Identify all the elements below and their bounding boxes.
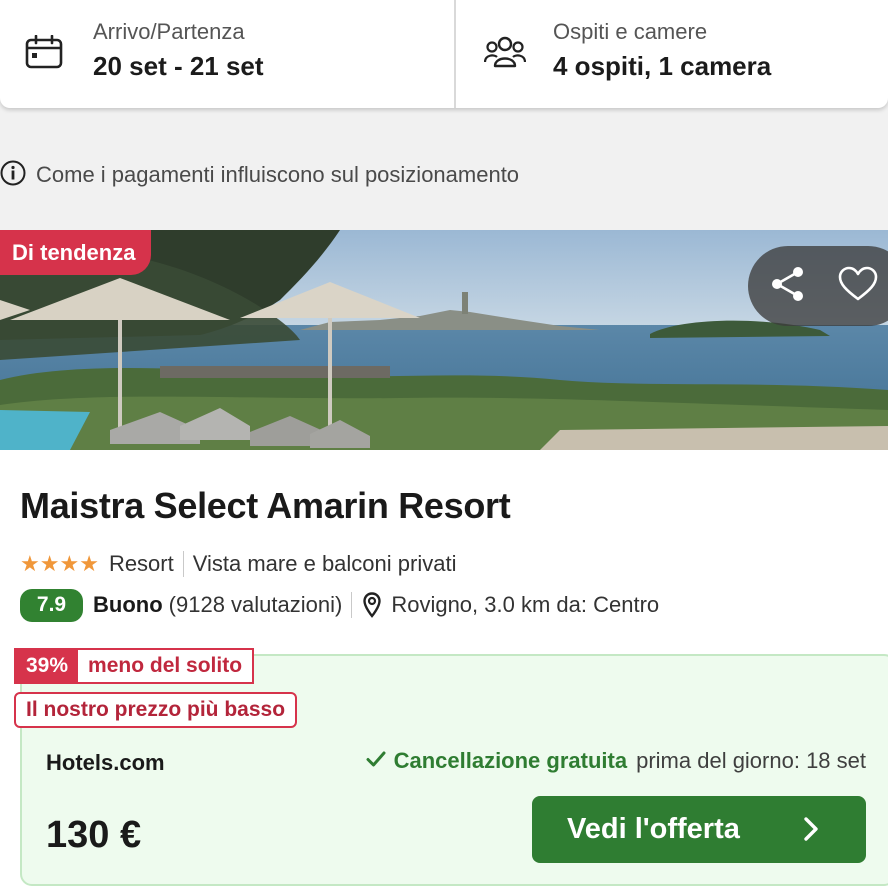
discount-badge: 39% meno del solito — [14, 648, 255, 684]
guests-icon — [483, 35, 527, 74]
guests-label: Ospiti e camere — [553, 19, 708, 44]
cancellation-label: Cancellazione gratuita — [393, 748, 628, 773]
hotel-photo[interactable]: Di tendenza — [0, 230, 888, 450]
rating-score: 7.9 — [20, 588, 83, 622]
free-cancellation: Cancellazione gratuita prima del giorno:… — [366, 748, 866, 774]
map-pin-icon — [363, 592, 382, 618]
rating-word: Buono — [93, 592, 163, 617]
divider — [182, 551, 184, 577]
star-icon: ★ — [79, 551, 99, 576]
guests-selector[interactable]: Ospiti e camere 4 ospiti, 1 camera — [456, 0, 888, 108]
heart-icon — [838, 266, 878, 307]
share-icon — [769, 265, 807, 308]
favorite-button[interactable] — [838, 266, 878, 306]
view-offer-label: Vedi l'offerta — [567, 813, 740, 845]
guests-value: 4 ospiti, 1 camera — [553, 51, 772, 81]
star-icon: ★ — [20, 551, 40, 576]
location-text: Rovigno, 3.0 km da: Centro — [391, 592, 660, 617]
rating-location: 7.9 Buono (9128 valutazioni) Rovigno, 3.… — [20, 588, 659, 622]
provider-name: Hotels.com — [46, 750, 165, 775]
dates-value: 20 set - 21 set — [93, 51, 264, 81]
dates-selector[interactable]: Arrivo/Partenza 20 set - 21 set — [0, 0, 456, 108]
star-icon: ★ — [59, 551, 80, 576]
price: 130 € — [46, 814, 142, 856]
dates-label: Arrivo/Partenza — [93, 19, 245, 44]
divider — [351, 592, 353, 618]
check-icon — [366, 748, 386, 774]
hotel-feature: Vista mare e balconi privati — [192, 551, 457, 576]
chevron-right-icon — [802, 816, 820, 850]
star-rating: ★ ★ ★ ★ — [20, 553, 99, 575]
payment-ranking-info[interactable]: Come i pagamenti influiscono sul posizio… — [0, 160, 519, 190]
hotel-meta: ★ ★ ★ ★ Resort Vista mare e balconi privati — [20, 550, 456, 578]
cancellation-date: prima del giorno: 18 set — [636, 748, 866, 773]
hotel-name[interactable]: Maistra Select Amarin Resort — [20, 485, 511, 527]
lowest-price-badge: Il nostro prezzo più basso — [14, 692, 298, 728]
discount-percent: 39% — [16, 650, 79, 682]
info-text: Come i pagamenti influiscono sul posizio… — [36, 162, 520, 187]
share-button[interactable] — [768, 266, 808, 306]
photo-actions — [748, 246, 888, 326]
calendar-icon — [25, 34, 63, 74]
search-bar: Arrivo/Partenza 20 set - 21 set Ospiti e… — [0, 0, 888, 108]
trending-badge: Di tendenza — [0, 230, 152, 275]
info-icon — [0, 160, 26, 191]
review-count[interactable]: (9128 valutazioni) — [169, 592, 343, 618]
hotel-card[interactable]: Di tendenza Maistra Select Amarin Resort… — [0, 230, 888, 886]
discount-text: meno del solito — [88, 654, 243, 677]
view-offer-button[interactable]: Vedi l'offerta — [532, 796, 866, 863]
hotel-type: Resort — [108, 551, 174, 576]
star-icon: ★ — [39, 551, 60, 576]
